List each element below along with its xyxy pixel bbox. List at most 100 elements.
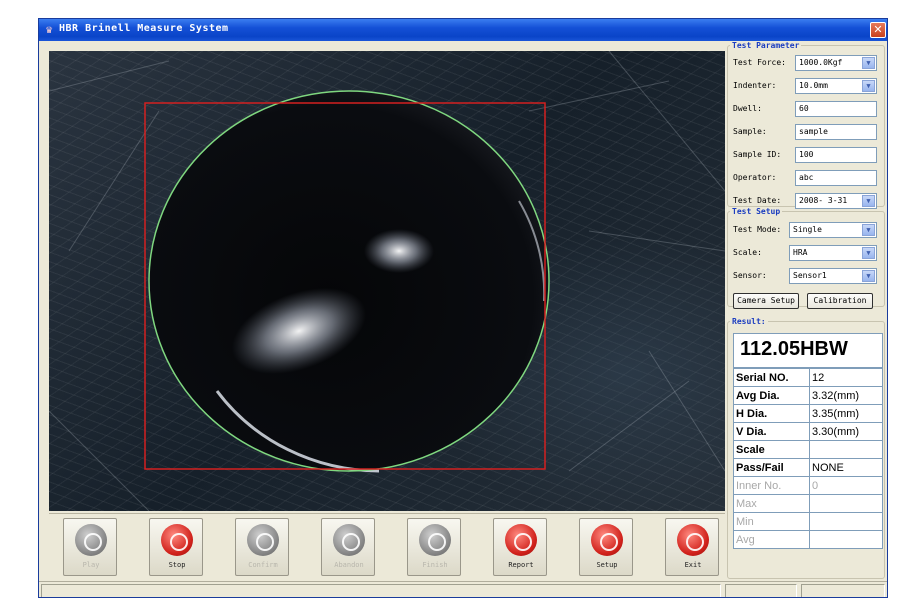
finish-icon bbox=[419, 524, 451, 556]
abandon-icon bbox=[333, 524, 365, 556]
chevron-down-icon[interactable]: ▼ bbox=[862, 224, 875, 236]
confirm-icon bbox=[247, 524, 279, 556]
test-parameter-legend: Test Parameter bbox=[732, 41, 800, 50]
result-row: Inner No. 0 bbox=[733, 476, 883, 495]
glare-spot bbox=[364, 229, 434, 273]
result-value: 3.30(mm) bbox=[809, 422, 883, 441]
result-row: H Dia. 3.35(mm) bbox=[733, 404, 883, 423]
result-row: Max bbox=[733, 494, 883, 513]
camera-setup-button[interactable]: Camera Setup bbox=[733, 293, 799, 309]
indenter-label: Indenter: bbox=[733, 81, 777, 90]
exit-label: Exit bbox=[684, 561, 702, 569]
result-key: Serial NO. bbox=[733, 368, 810, 387]
indentation-image bbox=[49, 51, 725, 511]
report-label: Report bbox=[508, 561, 534, 569]
sampleid-field[interactable]: 100 bbox=[795, 147, 877, 163]
result-key: Scale bbox=[733, 440, 810, 459]
scale-value: HRA bbox=[793, 248, 808, 257]
calibration-button[interactable]: Calibration bbox=[807, 293, 873, 309]
status-bar bbox=[39, 581, 887, 597]
result-value bbox=[809, 494, 883, 513]
result-row: Scale bbox=[733, 440, 883, 459]
chevron-down-icon[interactable]: ▼ bbox=[862, 195, 875, 207]
stop-button[interactable]: Stop bbox=[149, 518, 203, 576]
stop-label: Stop bbox=[168, 561, 186, 569]
chevron-down-icon[interactable]: ▼ bbox=[862, 80, 875, 92]
status-pane bbox=[725, 584, 797, 597]
testforce-label: Test Force: bbox=[733, 58, 786, 67]
sample-label: Sample: bbox=[733, 127, 767, 136]
testdate-label: Test Date: bbox=[733, 196, 782, 205]
scale-select[interactable]: HRA ▼ bbox=[789, 245, 877, 261]
dwell-value: 60 bbox=[799, 104, 809, 113]
chevron-down-icon[interactable]: ▼ bbox=[862, 57, 875, 69]
result-legend: Result: bbox=[732, 317, 766, 326]
action-toolbar: Play Stop Confirm Abandon Finish Report Setup E… bbox=[49, 513, 725, 579]
dwell-field[interactable]: 60 bbox=[795, 101, 877, 117]
main-window: ♛ HBR Brinell Measure System ✕ Play Stop… bbox=[38, 18, 888, 598]
finish-button[interactable]: Finish bbox=[407, 518, 461, 576]
result-key: Max bbox=[733, 494, 810, 513]
indenter-value: 10.0mm bbox=[799, 81, 828, 90]
stop-icon bbox=[161, 524, 193, 556]
report-button[interactable]: Report bbox=[493, 518, 547, 576]
sample-value: sample bbox=[799, 127, 828, 136]
result-row: Serial NO. 12 bbox=[733, 368, 883, 387]
camera-viewport[interactable] bbox=[49, 51, 725, 511]
result-value: 12 bbox=[809, 368, 883, 387]
app-icon: ♛ bbox=[45, 23, 53, 36]
result-value: 0 bbox=[809, 476, 883, 495]
title-bar[interactable]: ♛ HBR Brinell Measure System ✕ bbox=[39, 19, 887, 41]
operator-value: abc bbox=[799, 173, 814, 182]
sensor-value: Sensor1 bbox=[793, 271, 827, 280]
close-button[interactable]: ✕ bbox=[870, 22, 886, 38]
scale-label: Scale: bbox=[733, 248, 762, 257]
status-pane bbox=[801, 584, 885, 597]
play-label: Play bbox=[82, 561, 100, 569]
result-row: Min bbox=[733, 512, 883, 531]
sample-field[interactable]: sample bbox=[795, 124, 877, 140]
result-value: NONE bbox=[809, 458, 883, 477]
result-key: Avg Dia. bbox=[733, 386, 810, 405]
exit-button[interactable]: Exit bbox=[665, 518, 719, 576]
result-value: 3.32(mm) bbox=[809, 386, 883, 405]
operator-label: Operator: bbox=[733, 173, 777, 182]
result-value bbox=[809, 512, 883, 531]
result-row: Avg bbox=[733, 530, 883, 549]
testmode-select[interactable]: Single ▼ bbox=[789, 222, 877, 238]
confirm-label: Confirm bbox=[248, 561, 278, 569]
result-row: Pass/Fail NONE bbox=[733, 458, 883, 477]
result-row: V Dia. 3.30(mm) bbox=[733, 422, 883, 441]
chevron-down-icon[interactable]: ▼ bbox=[862, 247, 875, 259]
dwell-label: Dwell: bbox=[733, 104, 762, 113]
play-button[interactable]: Play bbox=[63, 518, 117, 576]
testforce-select[interactable]: 1000.0Kgf ▼ bbox=[795, 55, 877, 71]
sampleid-value: 100 bbox=[799, 150, 814, 159]
chevron-down-icon[interactable]: ▼ bbox=[862, 270, 875, 282]
sampleid-label: Sample ID: bbox=[733, 150, 782, 159]
result-key: V Dia. bbox=[733, 422, 810, 441]
abandon-button[interactable]: Abandon bbox=[321, 518, 375, 576]
setup-button[interactable]: Setup bbox=[579, 518, 633, 576]
result-table: Serial NO. 12 Avg Dia. 3.32(mm) H Dia. 3.35(m… bbox=[733, 368, 883, 549]
result-key: Pass/Fail bbox=[733, 458, 810, 477]
indentation-pit bbox=[149, 91, 549, 471]
gear-icon bbox=[591, 524, 623, 556]
result-key: Inner No. bbox=[733, 476, 810, 495]
operator-field[interactable]: abc bbox=[795, 170, 877, 186]
result-value: 3.35(mm) bbox=[809, 404, 883, 423]
window-title: HBR Brinell Measure System bbox=[59, 23, 229, 34]
report-icon bbox=[505, 524, 537, 556]
confirm-button[interactable]: Confirm bbox=[235, 518, 289, 576]
play-icon bbox=[75, 524, 107, 556]
power-icon bbox=[677, 524, 709, 556]
result-value bbox=[809, 440, 883, 459]
testdate-value: 2008- 3-31 bbox=[799, 196, 848, 205]
abandon-label: Abandon bbox=[334, 561, 364, 569]
test-setup-legend: Test Setup bbox=[732, 207, 781, 216]
status-pane bbox=[41, 584, 721, 597]
sensor-select[interactable]: Sensor1 ▼ bbox=[789, 268, 877, 284]
indenter-select[interactable]: 10.0mm ▼ bbox=[795, 78, 877, 94]
result-key: H Dia. bbox=[733, 404, 810, 423]
finish-label: Finish bbox=[422, 561, 448, 569]
